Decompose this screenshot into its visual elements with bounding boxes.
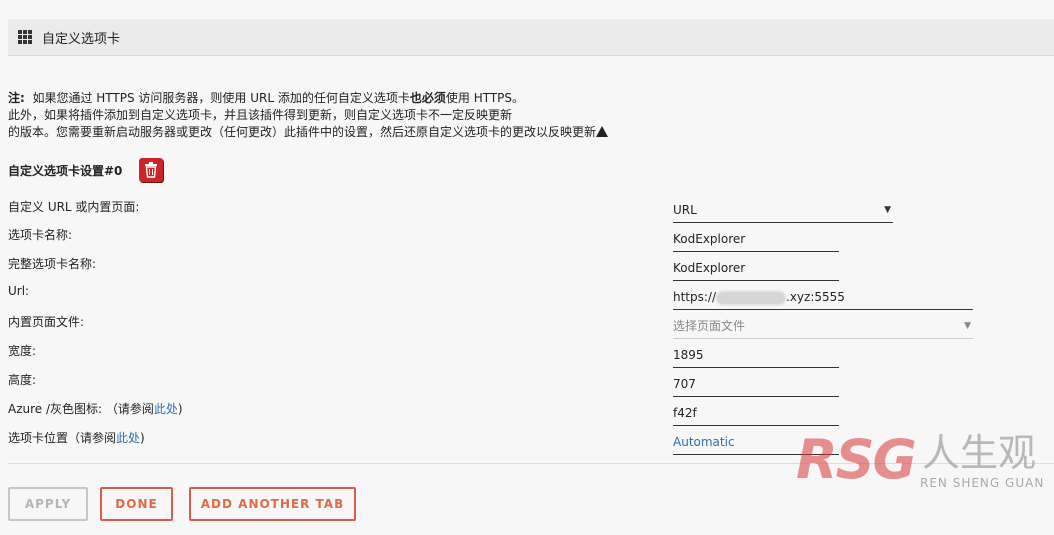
tab-position-label-text: 选项卡位置（请参阅 [8,431,117,445]
notice-line1-b: 使用 HTTPS。 [445,91,525,105]
add-another-tab-button[interactable]: ADD ANOTHER TAB [189,487,356,521]
builtin-page-select[interactable]: 选择页面文件 ▼ [673,314,973,339]
height-input[interactable]: 707 [673,372,839,397]
tab-position-select[interactable]: Automatic [673,430,839,455]
notice-line1-bold: 也必须 [409,91,446,105]
caret-down-icon: ▼ [884,205,891,215]
url-type-value: URL [673,203,697,217]
url-input[interactable]: https:// .xyz:5555 [673,285,973,310]
tab-position-help-link[interactable]: 此处 [116,431,140,445]
apply-button[interactable]: APPLY [8,487,88,521]
azure-icon-label: Azure /灰色图标: （请参阅此处) [8,400,183,417]
https-notice: 注: 如果您通过 HTTPS 访问服务器，则使用 URL 添加的任何自定义选项卡… [8,90,708,141]
width-input[interactable]: 1895 [673,343,839,368]
tab-position-value: Automatic [673,435,735,449]
watermark-en: REN SHENG GUAN [920,476,1045,490]
azure-icon-label-suffix: ) [177,402,183,416]
delete-tab-button[interactable] [139,158,163,182]
tab-position-label-suffix: ) [140,431,145,445]
azure-icon-help-link[interactable]: 此处 [154,402,178,416]
azure-icon-label-text: Azure /灰色图标: （请参阅 [8,402,154,416]
tab-name-label: 选项卡名称: [8,228,73,242]
warning-icon [596,126,609,137]
notice-line2: 此外，如果将插件添加到自定义选项卡，并且该插件得到更新，则自定义选项卡不一定反映… [8,108,513,122]
divider [8,463,1054,464]
url-label: Url: [8,284,30,298]
url-type-select[interactable]: URL ▼ [673,198,893,223]
builtin-page-label: 内置页面文件: [8,315,85,329]
watermark-cn: 人生观 [922,431,1037,475]
notice-line1-a: 如果您通过 HTTPS 访问服务器，则使用 URL 添加的任何自定义选项卡 [32,91,410,105]
full-tab-name-label: 完整选项卡名称: [8,257,97,271]
section-header: 自定义选项卡 [8,19,1054,56]
done-button[interactable]: DONE [100,487,173,521]
trash-icon [145,162,157,178]
tab-settings-title: 自定义选项卡设置#0 [8,164,123,178]
caret-down-icon: ▼ [964,321,971,331]
full-tab-name-input[interactable]: KodExplorer [673,256,839,281]
redacted-host [716,290,787,305]
url-type-label: 自定义 URL 或内置页面: [8,200,140,214]
tab-name-input[interactable]: KodExplorer [673,227,839,252]
azure-icon-input[interactable]: f42f [673,401,839,426]
notice-line3: 的版本。您需要重新启动服务器或更改（任何更改）此插件中的设置，然后还原自定义选项… [8,125,597,139]
grid-icon [18,30,32,44]
builtin-page-placeholder: 选择页面文件 [673,319,746,333]
section-title: 自定义选项卡 [42,31,121,47]
notice-prefix: 注: [8,91,25,105]
tab-position-label: 选项卡位置（请参阅此处) [8,429,145,446]
width-label: 宽度: [8,344,37,358]
height-label: 高度: [8,373,37,387]
url-value-prefix: https:// [673,290,717,304]
url-value-suffix: .xyz:5555 [786,290,845,304]
